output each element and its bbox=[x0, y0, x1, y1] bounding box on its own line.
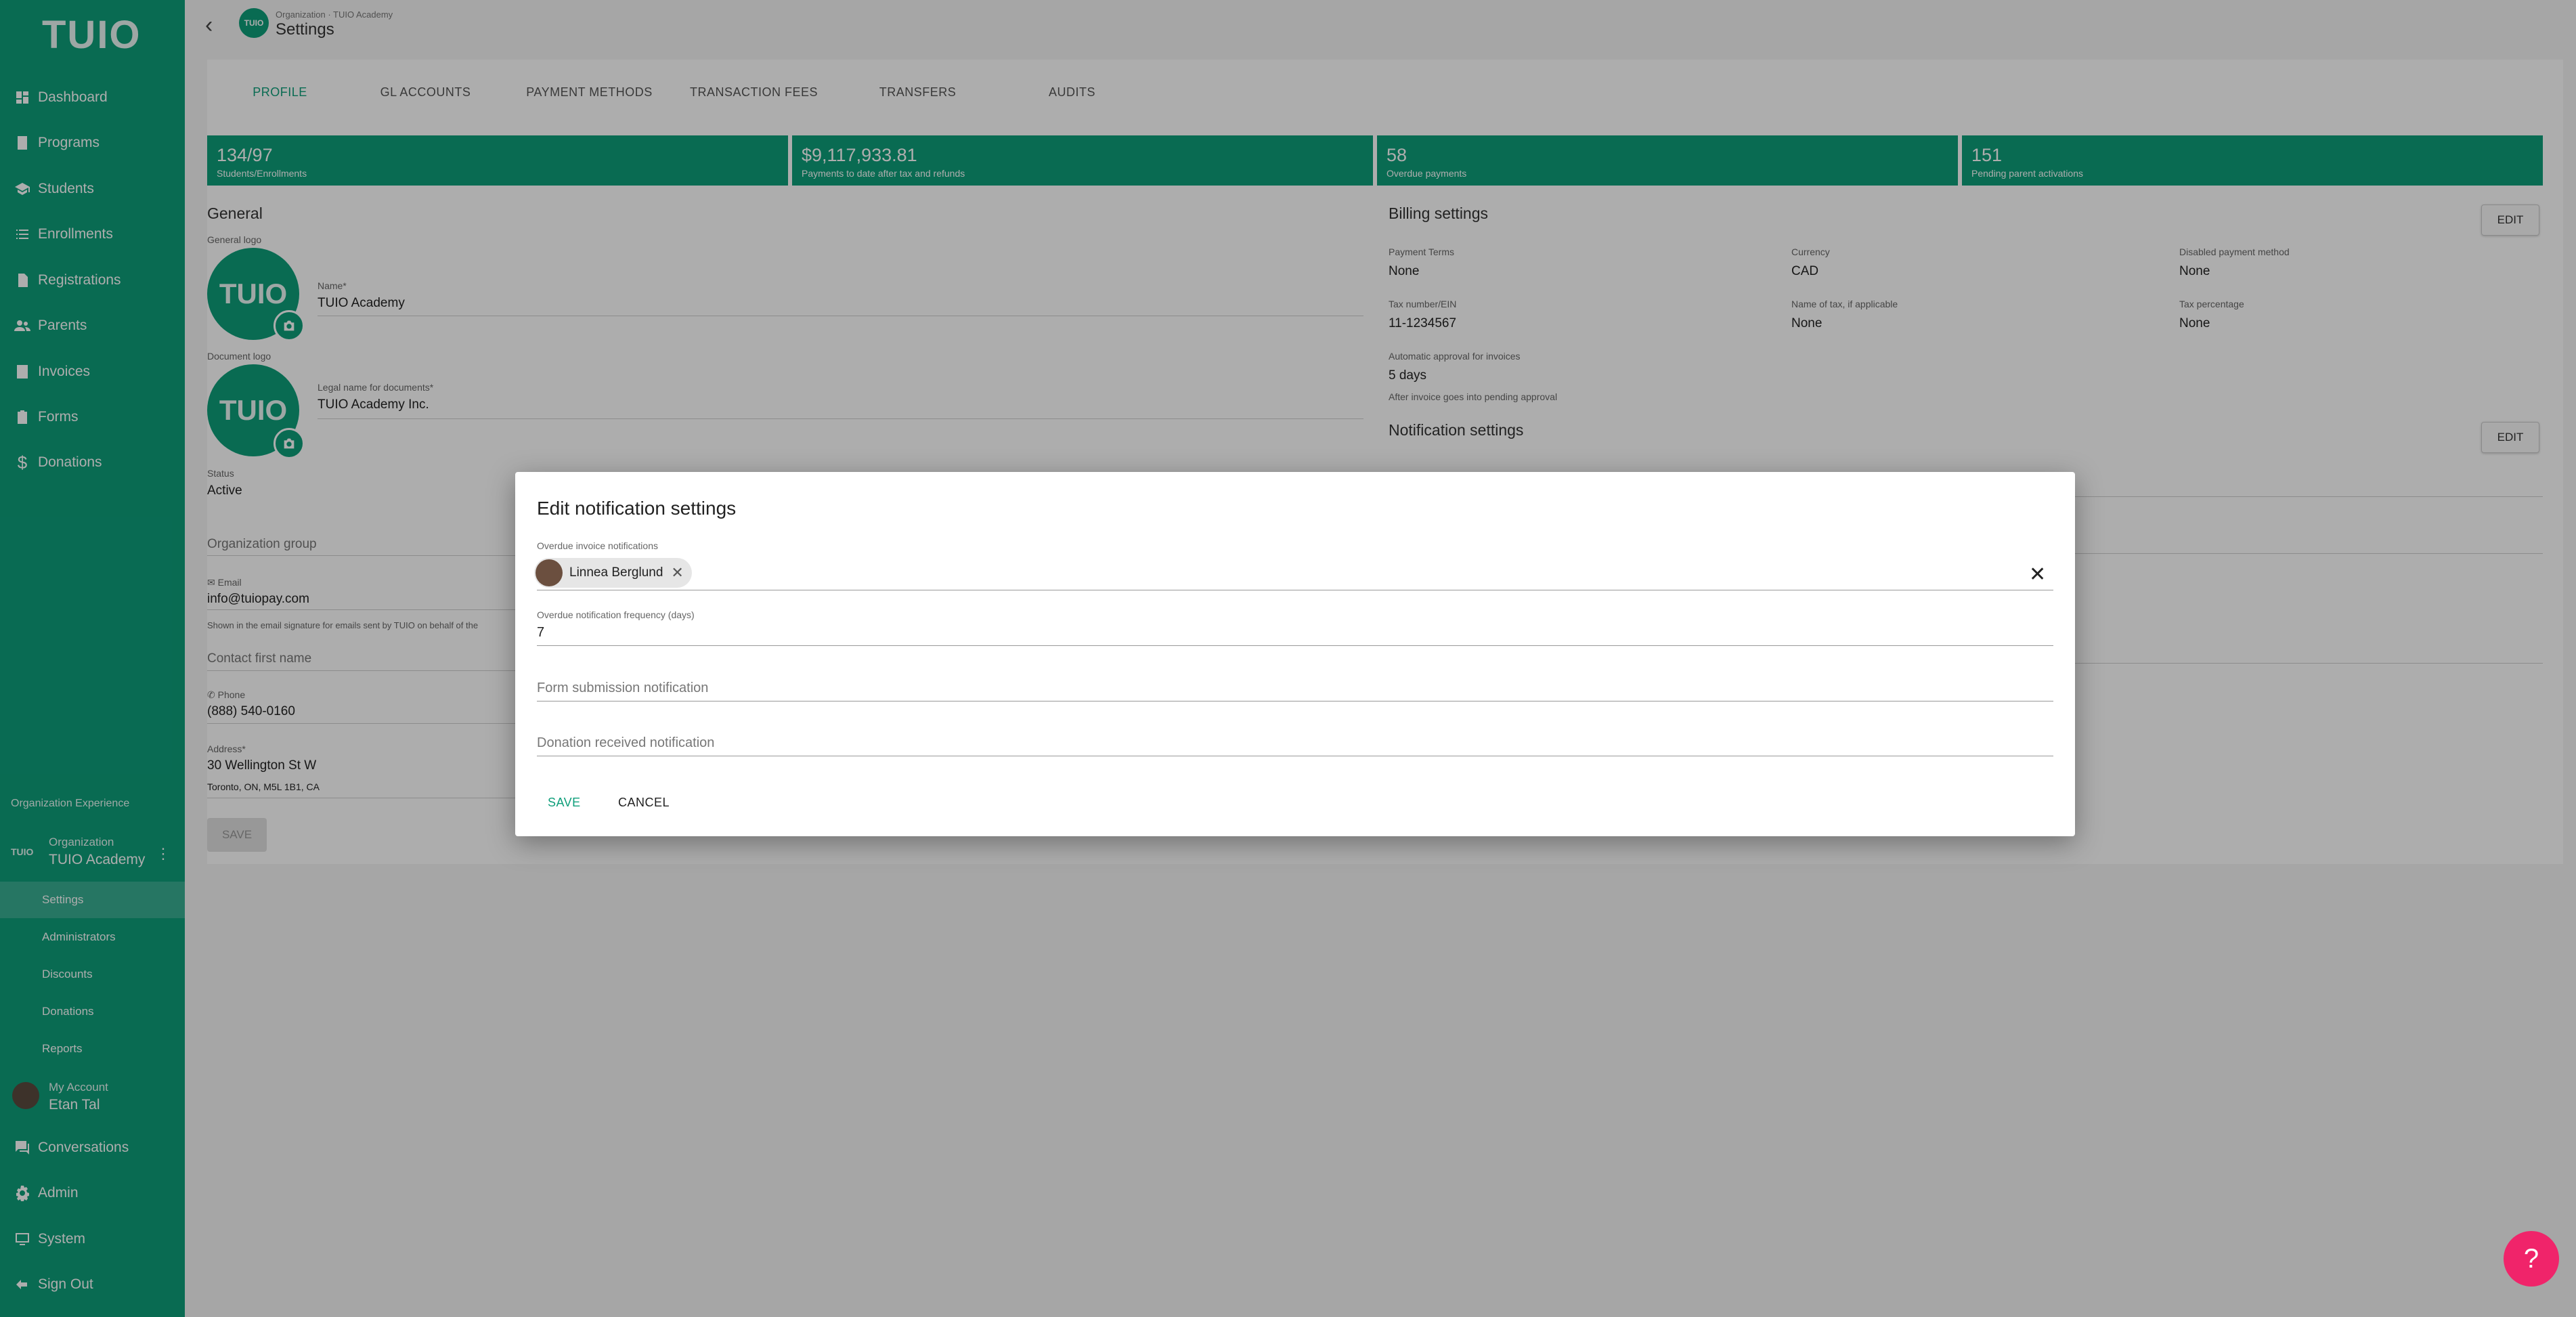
chip-name: Linnea Berglund bbox=[569, 565, 663, 580]
frequency-input[interactable]: 7 bbox=[537, 625, 544, 641]
remove-chip-icon[interactable]: ✕ bbox=[671, 564, 683, 582]
frequency-label: Overdue notification frequency (days) bbox=[537, 609, 695, 620]
help-button[interactable]: ? bbox=[2504, 1231, 2559, 1287]
dialog-title: Edit notification settings bbox=[537, 498, 737, 519]
clear-icon[interactable]: ✕ bbox=[2029, 563, 2046, 586]
save-button[interactable]: SAVE bbox=[548, 796, 581, 810]
donation-received-input[interactable]: Donation received notification bbox=[537, 735, 714, 751]
cancel-button[interactable]: CANCEL bbox=[618, 796, 670, 810]
form-submission-input[interactable]: Form submission notification bbox=[537, 681, 708, 696]
overdue-notifications-label: Overdue invoice notifications bbox=[537, 540, 658, 551]
avatar bbox=[536, 559, 563, 586]
edit-notification-dialog: Edit notification settings Overdue invoi… bbox=[515, 472, 2075, 836]
recipient-chip: Linnea Berglund ✕ bbox=[534, 558, 692, 588]
